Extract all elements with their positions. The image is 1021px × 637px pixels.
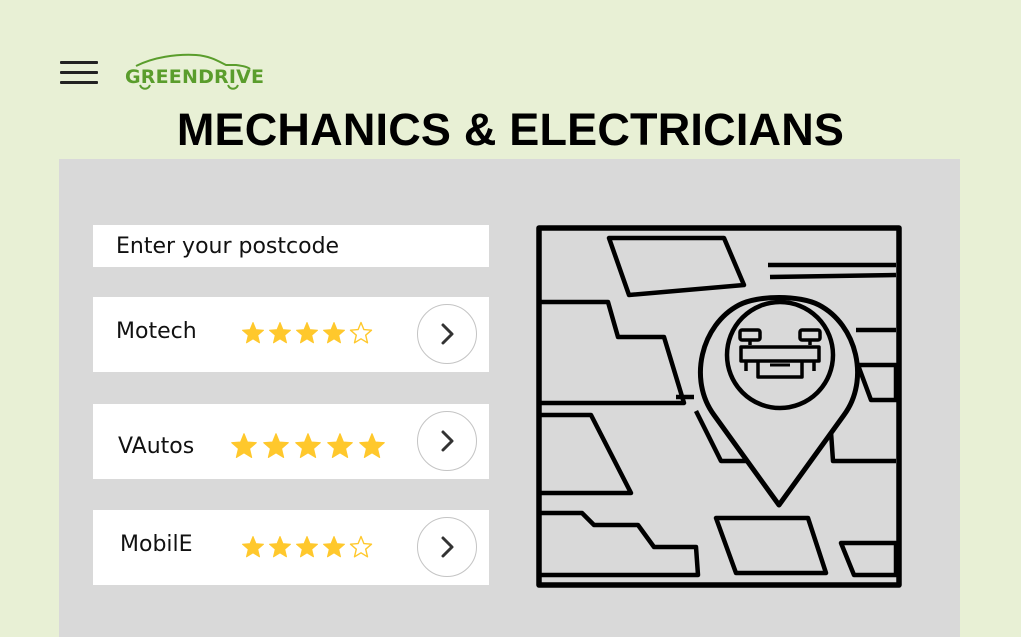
star-filled-icon: [263, 433, 289, 459]
star-filled-icon: [242, 536, 264, 558]
star-filled-icon: [327, 433, 353, 459]
star-filled-icon: [295, 433, 321, 459]
provider-card-mobile[interactable]: MobilE: [93, 510, 489, 585]
greendrive-logo[interactable]: GREENDRIVE: [124, 52, 264, 94]
star-filled-icon: [323, 536, 345, 558]
star-empty-icon: [349, 321, 373, 344]
star-filled-icon: [296, 536, 318, 558]
star-filled-icon: [269, 536, 291, 558]
provider-name: Motech: [116, 319, 197, 344]
hamburger-menu-icon[interactable]: [60, 60, 98, 86]
star-filled-icon: [231, 433, 257, 459]
chevron-right-icon: [441, 323, 454, 345]
star-filled-icon: [242, 322, 264, 344]
open-provider-button[interactable]: [417, 517, 477, 577]
chevron-right-icon: [441, 536, 454, 558]
star-empty-icon: [349, 535, 373, 558]
page-title: MECHANICS & ELECTRICIANS: [176, 104, 845, 155]
menu-line: [60, 81, 98, 84]
chevron-right-icon: [441, 430, 454, 452]
menu-line: [60, 71, 98, 74]
rating-stars: [241, 535, 376, 559]
star-filled-icon: [323, 322, 345, 344]
rating-stars: [230, 432, 390, 460]
logo-text: GREENDRIVE: [125, 66, 265, 88]
postcode-input[interactable]: [93, 225, 489, 267]
provider-card-motech[interactable]: Motech: [93, 297, 489, 372]
provider-card-vautos[interactable]: VAutos: [93, 404, 489, 479]
provider-name: VAutos: [118, 434, 195, 459]
menu-line: [60, 61, 98, 64]
star-filled-icon: [359, 433, 385, 459]
star-filled-icon: [269, 322, 291, 344]
provider-name: MobilE: [120, 532, 193, 557]
map-location-pin-icon[interactable]: [536, 225, 902, 595]
star-filled-icon: [296, 322, 318, 344]
open-provider-button[interactable]: [417, 411, 477, 471]
open-provider-button[interactable]: [417, 304, 477, 364]
rating-stars: [241, 321, 376, 345]
